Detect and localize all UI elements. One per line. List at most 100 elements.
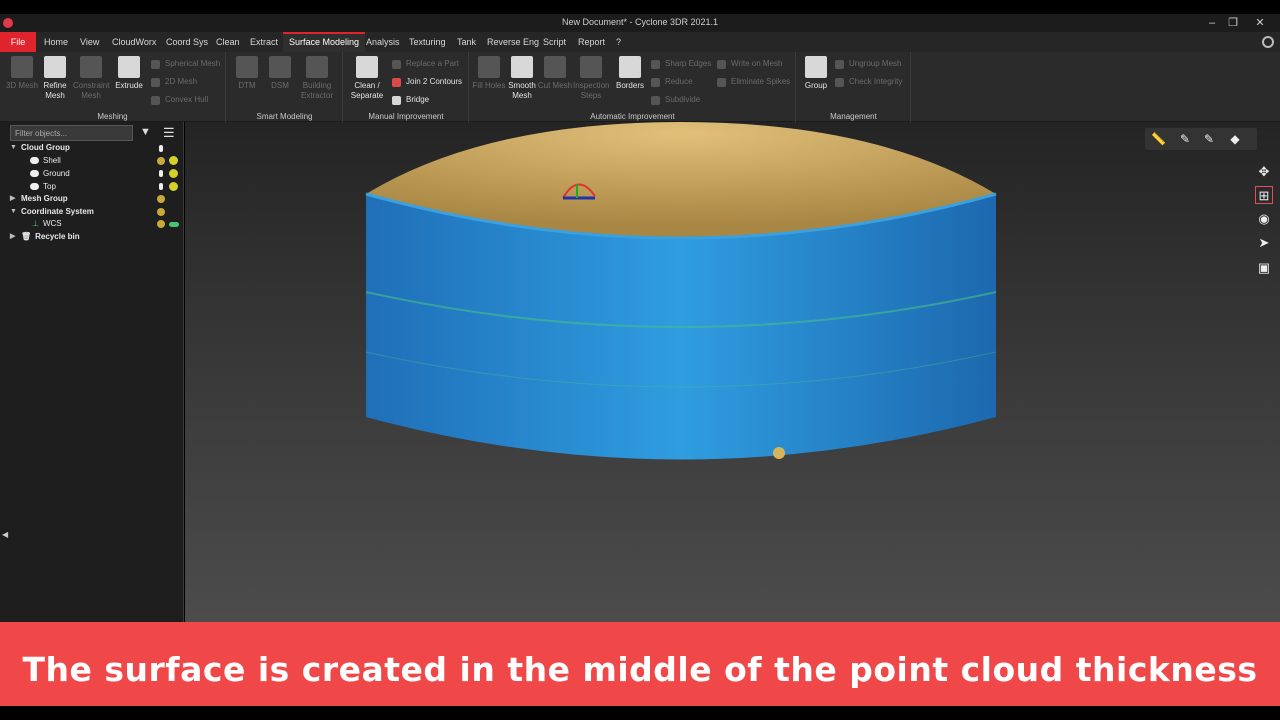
bridge-icon (392, 96, 401, 105)
menu-help[interactable]: ? (610, 32, 627, 52)
menu-file[interactable]: File (0, 32, 36, 52)
group-automatic-improvement: Fill Holes Smooth Mesh Cut Mesh Inspecti… (470, 52, 796, 122)
smooth-mesh-icon (511, 56, 533, 78)
chevron-right-icon[interactable]: ▶ (10, 193, 15, 205)
box-icon[interactable]: ▣ (1255, 259, 1273, 277)
menu-analysis[interactable]: Analysis (360, 32, 406, 52)
dtm-button[interactable]: DTM (229, 56, 265, 91)
subdivide-button[interactable]: Subdivide (651, 93, 700, 107)
group-label-automatic-improvement: Automatic Improvement (590, 112, 675, 121)
color-dot-icon[interactable] (169, 169, 178, 178)
cut-mesh-button[interactable]: Cut Mesh (537, 56, 573, 91)
hamburger-menu-icon[interactable]: ☰ (163, 125, 175, 141)
join-contours-button[interactable]: Join 2 Contours (392, 75, 462, 89)
navigate-icon[interactable]: ➤ (1255, 234, 1273, 252)
toggle-switch[interactable] (169, 222, 179, 227)
menu-coord-sys[interactable]: Coord Sys (160, 32, 214, 52)
group-manual-improvement: Clean / Separate Replace a Part Join 2 C… (344, 52, 469, 122)
visibility-icon[interactable] (157, 195, 165, 203)
caption-text: The surface is created in the middle of … (22, 650, 1258, 689)
3d-viewport[interactable]: 📏 ✎ ✎ ◆ ✥ ⊞ ◉ ➤ ▣ (185, 122, 1280, 622)
light-bulb-icon[interactable] (159, 170, 163, 177)
measure-icon[interactable]: ✎ (1178, 132, 1192, 146)
constraint-mesh-button[interactable]: Constraint Mesh (73, 56, 109, 101)
minimize-button[interactable]: – (1201, 15, 1223, 31)
inspection-steps-button[interactable]: Inspection Steps (573, 56, 609, 101)
dsm-icon (269, 56, 291, 78)
building-extractor-button[interactable]: Building Extractor (299, 56, 335, 101)
eliminate-spikes-button[interactable]: Eliminate Spikes (717, 75, 790, 89)
visibility-icon[interactable] (157, 157, 165, 165)
visibility-icon[interactable] (157, 220, 165, 228)
clean-separate-button[interactable]: Clean / Separate (349, 56, 385, 101)
menu-view[interactable]: View (74, 32, 105, 52)
chevron-right-icon[interactable]: ▶ (10, 231, 15, 243)
tree-item-coordinate-system[interactable]: ▼ Coordinate System (10, 206, 94, 218)
reduce-button[interactable]: Reduce (651, 75, 693, 89)
menu-reverse-eng[interactable]: Reverse Eng (481, 32, 545, 52)
top-black-border (0, 0, 1280, 14)
extrude-button[interactable]: Extrude (111, 56, 147, 91)
menu-cloudworx[interactable]: CloudWorx (106, 32, 162, 52)
move-icon[interactable]: ✥ (1255, 163, 1273, 181)
close-button[interactable]: ✕ (1249, 15, 1271, 31)
nozzle (773, 447, 785, 459)
color-dot-icon[interactable] (169, 182, 178, 191)
annotate-icon[interactable]: ✎ (1202, 132, 1216, 146)
settings-icon[interactable] (1262, 36, 1274, 48)
collapse-panel-icon[interactable]: ◀ (2, 530, 8, 539)
menu-surface-modeling[interactable]: Surface Modeling (283, 32, 366, 52)
sharp-edges-button[interactable]: Sharp Edges (651, 57, 711, 71)
3d-mesh-button[interactable]: 3D Mesh (4, 56, 40, 91)
restore-button[interactable]: ❐ (1222, 15, 1244, 31)
tree-item-top[interactable]: Top (30, 181, 56, 193)
dsm-button[interactable]: DSM (262, 56, 298, 91)
caption-banner: The surface is created in the middle of … (0, 622, 1280, 706)
check-icon (835, 78, 844, 87)
light-bulb-icon[interactable] (159, 183, 163, 190)
smooth-mesh-button[interactable]: Smooth Mesh (504, 56, 540, 101)
tree-item-mesh-group[interactable]: ▶ Mesh Group (10, 193, 68, 205)
menu-extract[interactable]: Extract (244, 32, 284, 52)
tree-item-shell[interactable]: Shell (30, 155, 61, 167)
chevron-down-icon[interactable]: ▼ (10, 206, 17, 218)
ungroup-mesh-button[interactable]: Ungroup Mesh (835, 57, 901, 71)
borders-button[interactable]: Borders (612, 56, 648, 91)
tree-item-cloud-group[interactable]: ▼ Cloud Group (10, 142, 70, 154)
menu-tank[interactable]: Tank (451, 32, 482, 52)
tree-item-wcs[interactable]: ⊥ WCS (32, 218, 62, 230)
spherical-mesh-button[interactable]: Spherical Mesh (151, 57, 220, 71)
join-contours-icon (392, 78, 401, 87)
filter-objects-input[interactable] (10, 125, 133, 141)
window-title: New Document* - Cyclone 3DR 2021.1 (561, 17, 719, 27)
sphere-icon (151, 60, 160, 69)
title-bar: New Document* - Cyclone 3DR 2021.1 – ❐ ✕ (0, 14, 1280, 32)
tree-item-ground[interactable]: Ground (30, 168, 70, 180)
fill-holes-button[interactable]: Fill Holes (471, 56, 507, 91)
menu-home[interactable]: Home (38, 32, 74, 52)
orbit-icon[interactable]: ◉ (1255, 210, 1273, 228)
visibility-icon[interactable] (157, 208, 165, 216)
replace-part-button[interactable]: Replace a Part (392, 57, 459, 71)
fit-view-icon[interactable]: ⊞ (1255, 186, 1273, 204)
convex-hull-button[interactable]: Convex Hull (151, 93, 208, 107)
menu-texturing[interactable]: Texturing (403, 32, 452, 52)
write-on-mesh-button[interactable]: Write on Mesh (717, 57, 782, 71)
color-dot-icon[interactable] (169, 156, 178, 165)
tree-item-recycle-bin[interactable]: ▶ 🗑 Recycle bin (10, 231, 80, 243)
2d-mesh-button[interactable]: 2D Mesh (151, 75, 197, 89)
menu-report[interactable]: Report (572, 32, 611, 52)
check-integrity-button[interactable]: Check Integrity (835, 75, 902, 89)
ruler-icon[interactable]: 📏 (1151, 132, 1166, 146)
tag-icon[interactable]: ◆ (1228, 132, 1242, 146)
fill-holes-icon (478, 56, 500, 78)
group-button[interactable]: Group (798, 56, 834, 91)
menu-script[interactable]: Script (537, 32, 572, 52)
bridge-button[interactable]: Bridge (392, 93, 429, 107)
chevron-down-icon[interactable]: ▼ (10, 142, 17, 154)
light-bulb-icon[interactable] (159, 145, 163, 152)
refine-mesh-button[interactable]: Refine Mesh (37, 56, 73, 101)
menu-clean[interactable]: Clean (210, 32, 246, 52)
filter-icon[interactable]: ▼ (140, 126, 151, 138)
ribbon: 3D Mesh Refine Mesh Constraint Mesh Extr… (0, 52, 1280, 122)
